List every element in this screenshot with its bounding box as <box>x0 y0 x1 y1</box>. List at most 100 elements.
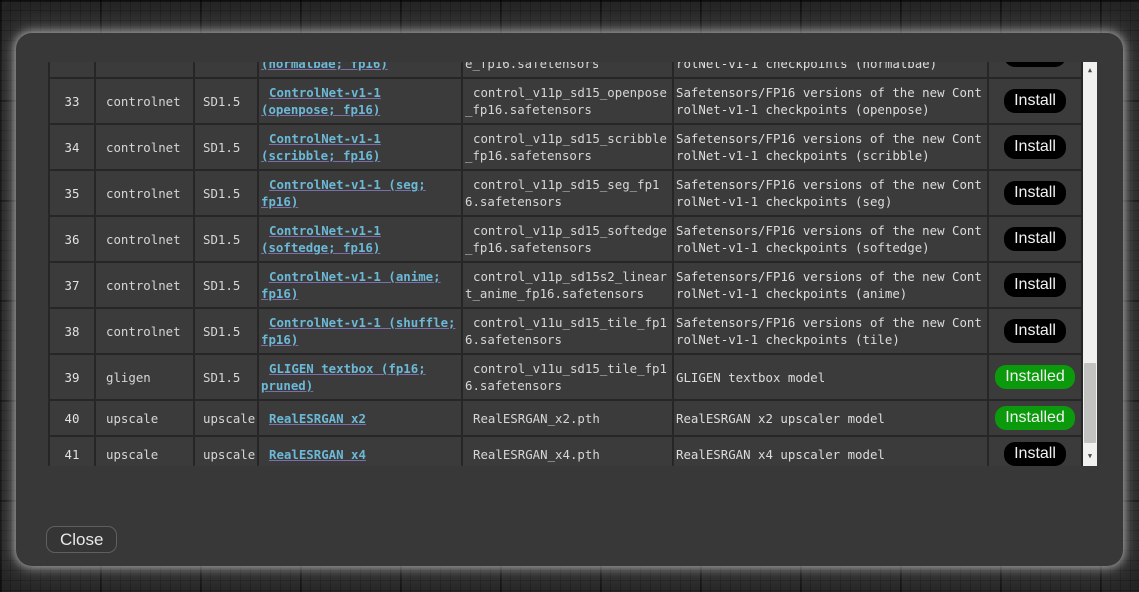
model-name-link[interactable]: ControlNet-v1-1 (seg; fp16) <box>261 177 426 209</box>
model-filename: RealESRGAN_x2.pth <box>463 401 674 437</box>
model-name-link[interactable]: ControlNet-v1-1 (scribble; fp16) <box>261 131 381 163</box>
model-action-cell: Install <box>989 171 1083 217</box>
model-filename: control_v11p_sd15_scribble_fp16.safetens… <box>463 125 674 171</box>
model-base: SD1.5 <box>195 171 259 217</box>
install-models-dialog: 32 controlnet SD1.5 ControlNet-v1-1 (nor… <box>16 33 1123 566</box>
model-name-cell: ControlNet-v1-1 (seg; fp16) <box>259 171 463 217</box>
install-button[interactable]: Install <box>1004 62 1066 67</box>
model-type: controlnet <box>96 263 195 309</box>
model-description: RealESRGAN x4 upscaler model <box>674 437 989 466</box>
model-name-cell: ControlNet-v1-1 (softedge; fp16) <box>259 217 463 263</box>
model-description: Safetensors/FP16 versions of the new Con… <box>674 171 989 217</box>
model-name-cell: ControlNet-v1-1 (shuffle; fp16) <box>259 309 463 355</box>
install-button[interactable]: Installed <box>995 406 1075 430</box>
model-table-row: 40 upscale upscale RealESRGAN x2 RealESR… <box>50 401 1083 437</box>
model-index: 41 <box>50 437 96 466</box>
model-name-link[interactable]: RealESRGAN x2 <box>269 411 366 426</box>
models-table-viewport: 32 controlnet SD1.5 ControlNet-v1-1 (nor… <box>48 62 1083 466</box>
model-index: 38 <box>50 309 96 355</box>
model-name-link[interactable]: RealESRGAN x4 <box>269 447 366 462</box>
model-base: SD1.5 <box>195 79 259 125</box>
model-name-cell: ControlNet-v1-1 (normalbae; fp16) <box>259 62 463 79</box>
install-button[interactable]: Installed <box>995 365 1075 389</box>
model-base: SD1.5 <box>195 125 259 171</box>
model-base: upscale <box>195 401 259 437</box>
install-button[interactable]: Install <box>1004 442 1066 466</box>
model-index: 35 <box>50 171 96 217</box>
model-base: SD1.5 <box>195 62 259 79</box>
model-description: Safetensors/FP16 versions of the new Con… <box>674 263 989 309</box>
install-button[interactable]: Install <box>1004 227 1066 251</box>
model-name-link[interactable]: ControlNet-v1-1 (anime; fp16) <box>261 269 441 301</box>
models-table-scroll-area: 32 controlnet SD1.5 ControlNet-v1-1 (nor… <box>48 62 1097 466</box>
close-button[interactable]: Close <box>46 526 117 553</box>
model-table-row: 37 controlnet SD1.5 ControlNet-v1-1 (ani… <box>50 263 1083 309</box>
model-table-row: 41 upscale upscale RealESRGAN x4 RealESR… <box>50 437 1083 466</box>
model-action-cell: Install <box>989 62 1083 79</box>
model-name-link[interactable]: ControlNet-v1-1 (shuffle; fp16) <box>261 315 456 347</box>
model-description: Safetensors/FP16 versions of the new Con… <box>674 62 989 79</box>
model-name-link[interactable]: GLIGEN textbox (fp16; pruned) <box>261 361 426 393</box>
model-description: Safetensors/FP16 versions of the new Con… <box>674 125 989 171</box>
model-base: SD1.5 <box>195 355 259 401</box>
scrollbar-down-arrow-icon[interactable]: ▼ <box>1083 449 1097 463</box>
model-base: SD1.5 <box>195 309 259 355</box>
model-index: 39 <box>50 355 96 401</box>
model-name-link[interactable]: ControlNet-v1-1 (softedge; fp16) <box>261 223 381 255</box>
model-name-cell: GLIGEN textbox (fp16; pruned) <box>259 355 463 401</box>
model-name-link[interactable]: ControlNet-v1-1 (openpose; fp16) <box>261 85 381 117</box>
model-table-row: 35 controlnet SD1.5 ControlNet-v1-1 (seg… <box>50 171 1083 217</box>
model-description: Safetensors/FP16 versions of the new Con… <box>674 217 989 263</box>
model-name-cell: ControlNet-v1-1 (openpose; fp16) <box>259 79 463 125</box>
model-action-cell: Install <box>989 437 1083 466</box>
install-button[interactable]: Install <box>1004 181 1066 205</box>
model-type: controlnet <box>96 125 195 171</box>
model-index: 36 <box>50 217 96 263</box>
model-description: RealESRGAN x2 upscaler model <box>674 401 989 437</box>
model-filename: RealESRGAN_x4.pth <box>463 437 674 466</box>
model-type: upscale <box>96 437 195 466</box>
install-button[interactable]: Install <box>1004 89 1066 113</box>
model-base: upscale <box>195 437 259 466</box>
model-index: 33 <box>50 79 96 125</box>
model-description: Safetensors/FP16 versions of the new Con… <box>674 79 989 125</box>
model-description: Safetensors/FP16 versions of the new Con… <box>674 309 989 355</box>
model-action-cell: Install <box>989 309 1083 355</box>
model-table-row: 33 controlnet SD1.5 ControlNet-v1-1 (ope… <box>50 79 1083 125</box>
model-table-row: 38 controlnet SD1.5 ControlNet-v1-1 (shu… <box>50 309 1083 355</box>
model-filename: control_v11p_sd15_openpose_fp16.safetens… <box>463 79 674 125</box>
model-type: gligen <box>96 355 195 401</box>
model-name-cell: RealESRGAN x2 <box>259 401 463 437</box>
install-button[interactable]: Install <box>1004 135 1066 159</box>
model-action-cell: Install <box>989 79 1083 125</box>
model-name-cell: RealESRGAN x4 <box>259 437 463 466</box>
model-action-cell: Install <box>989 263 1083 309</box>
model-filename: control_v11u_sd15_tile_fp16.safetensors <box>463 309 674 355</box>
model-name-cell: ControlNet-v1-1 (scribble; fp16) <box>259 125 463 171</box>
install-button[interactable]: Install <box>1004 273 1066 297</box>
model-action-cell: Installed <box>989 401 1083 437</box>
model-index: 40 <box>50 401 96 437</box>
model-table-row: 39 gligen SD1.5 GLIGEN textbox (fp16; pr… <box>50 355 1083 401</box>
vertical-scrollbar[interactable]: ▲ ▼ <box>1083 62 1097 466</box>
install-button[interactable]: Install <box>1004 319 1066 343</box>
model-filename: control_v11p_sd15_normalbae_fp16.safeten… <box>463 62 674 79</box>
model-index: 34 <box>50 125 96 171</box>
scrollbar-thumb[interactable] <box>1084 363 1096 443</box>
model-type: controlnet <box>96 79 195 125</box>
model-type: upscale <box>96 401 195 437</box>
scrollbar-up-arrow-icon[interactable]: ▲ <box>1083 63 1097 77</box>
model-action-cell: Install <box>989 217 1083 263</box>
model-type: controlnet <box>96 171 195 217</box>
model-base: SD1.5 <box>195 263 259 309</box>
model-name-cell: ControlNet-v1-1 (anime; fp16) <box>259 263 463 309</box>
model-filename: control_v11u_sd15_tile_fp16.safetensors <box>463 355 674 401</box>
model-type: controlnet <box>96 217 195 263</box>
model-index: 37 <box>50 263 96 309</box>
model-name-link[interactable]: ControlNet-v1-1 (normalbae; fp16) <box>261 62 388 71</box>
model-filename: control_v11p_sd15_softedge_fp16.safetens… <box>463 217 674 263</box>
model-action-cell: Installed <box>989 355 1083 401</box>
model-type: controlnet <box>96 62 195 79</box>
model-action-cell: Install <box>989 125 1083 171</box>
model-base: SD1.5 <box>195 217 259 263</box>
